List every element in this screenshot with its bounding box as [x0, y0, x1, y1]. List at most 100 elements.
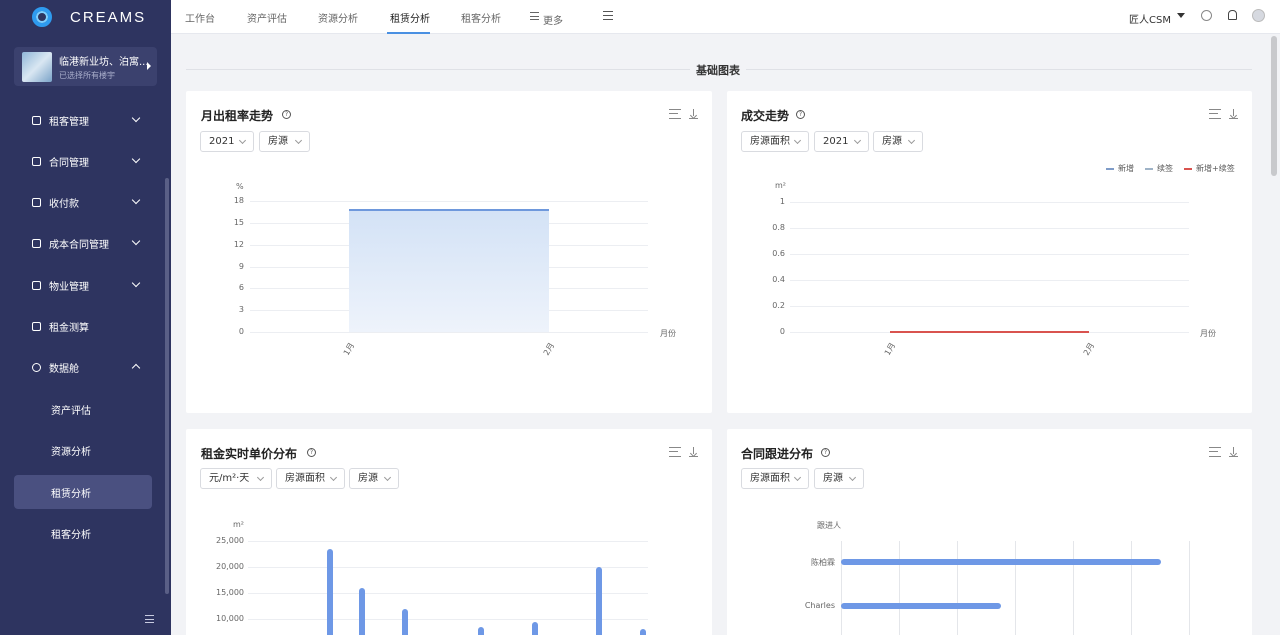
tab-lease-analysis[interactable]: 租赁分析 [390, 10, 430, 25]
grid-line [1189, 541, 1190, 635]
sidebar-subitem-tenant-analysis[interactable]: 租客分析 [14, 516, 152, 550]
house-select[interactable]: 房源 [349, 468, 399, 489]
sidebar-item-property[interactable]: 物业管理 [14, 268, 157, 302]
house-select[interactable]: 房源 [259, 131, 310, 152]
chevron-up-icon [131, 363, 141, 373]
y-axis-unit: % [236, 182, 244, 191]
house-select[interactable]: 房源 [814, 468, 864, 489]
download-icon[interactable] [689, 109, 698, 119]
user-name[interactable]: 匠人CSM [1129, 11, 1171, 26]
chevron-down-icon [853, 136, 862, 145]
legend-label: 新增 [1118, 164, 1134, 173]
chevron-down-icon [131, 278, 141, 288]
sidebar-subitem-label: 租客分析 [51, 529, 91, 541]
sidebar-item-contract[interactable]: 合同管理 [14, 144, 157, 178]
y-tick-label: 0.4 [772, 275, 785, 284]
sidebar-item-data-cabin[interactable]: 数据舱 [14, 350, 157, 384]
person-icon [32, 115, 41, 125]
page-scrollbar[interactable] [1271, 36, 1277, 176]
tab-workbench[interactable]: 工作台 [185, 10, 215, 25]
logo-icon [32, 7, 52, 27]
grid-line [790, 202, 1189, 203]
area-select[interactable]: 房源面积 [276, 468, 345, 489]
document-icon [32, 156, 41, 166]
chevron-down-icon [848, 473, 857, 482]
legend-label: 续签 [1157, 164, 1173, 173]
legend-new[interactable]: 新增 [1106, 163, 1134, 174]
select-value: 元/m²·天 [209, 473, 250, 484]
y-axis-unit: m² [775, 181, 786, 190]
grid-line [248, 541, 648, 542]
select-value: 房源 [823, 473, 843, 484]
y-tick-label: 6 [238, 283, 244, 293]
sidebar-subitem-resource-analysis[interactable]: 资源分析 [14, 433, 152, 467]
y-tick-label: 10,000 [216, 614, 244, 623]
grid-line [1073, 541, 1074, 635]
sidebar-subitem-asset-eval[interactable]: 资产评估 [14, 392, 152, 426]
help-icon[interactable]: ? [821, 448, 830, 457]
list-icon[interactable] [1209, 447, 1221, 457]
tab-resource-analysis[interactable]: 资源分析 [318, 10, 358, 25]
download-icon[interactable] [1229, 447, 1238, 457]
settings-sliders-icon[interactable] [603, 11, 613, 20]
bar [359, 587, 365, 635]
legend-renew[interactable]: 续签 [1145, 163, 1173, 174]
tab-tenant-analysis[interactable]: 租客分析 [461, 10, 501, 25]
section-title: 基础图表 [690, 62, 746, 78]
year-select[interactable]: 2021 [814, 131, 869, 152]
sidebar-scrollbar[interactable] [165, 178, 169, 594]
help-icon[interactable]: ? [282, 110, 291, 119]
grid-line [790, 280, 1189, 281]
help-icon[interactable]: ? [307, 448, 316, 457]
logo[interactable]: CREAMS [0, 0, 171, 34]
more-menu[interactable]: 更多 [543, 12, 563, 27]
chevron-down-icon [793, 473, 802, 482]
list-icon[interactable] [1209, 109, 1221, 119]
project-name: 临港新业坊、泊寓... [59, 56, 149, 68]
x-tick-label: 1月 [882, 341, 898, 357]
grid-line [899, 541, 900, 635]
card-title: 合同跟进分布 [741, 447, 814, 461]
select-value: 房源面积 [750, 136, 790, 147]
caret-down-icon[interactable] [1177, 13, 1185, 18]
area-select[interactable]: 房源面积 [741, 468, 809, 489]
area-select[interactable]: 房源面积 [741, 131, 809, 152]
collapse-menu-icon[interactable] [145, 615, 154, 623]
download-icon[interactable] [1229, 109, 1238, 119]
tab-asset-eval[interactable]: 资产评估 [247, 10, 287, 25]
sidebar-item-tenant[interactable]: 租客管理 [14, 103, 157, 137]
sidebar-item-cost-contract[interactable]: 成本合同管理 [14, 226, 157, 260]
sidebar-item-payment[interactable]: 收付款 [14, 185, 157, 219]
y-tick-label: 0 [238, 327, 244, 336]
grid-line [248, 567, 648, 568]
house-select[interactable]: 房源 [873, 131, 923, 152]
download-icon[interactable] [689, 447, 698, 457]
grid-line [957, 541, 958, 635]
list-icon[interactable] [669, 109, 681, 119]
grid-line [248, 593, 648, 594]
settings-icon[interactable] [1201, 10, 1212, 21]
grid-line [250, 332, 648, 333]
year-select[interactable]: 2021 [200, 131, 254, 152]
select-value: 房源面积 [285, 473, 325, 484]
bell-icon[interactable] [1228, 10, 1237, 20]
bar [327, 548, 333, 635]
active-tab-indicator [387, 32, 430, 34]
avatar[interactable] [1252, 9, 1265, 22]
rent-rate-card: 月出租率走势 ? 2021 房源 % 月份 18 15 12 9 6 3 0 1月 2月 [186, 91, 712, 413]
grid-line [1015, 541, 1016, 635]
unit-select[interactable]: 元/m²·天 [200, 468, 272, 489]
sidebar-subitem-lease-analysis[interactable]: 租赁分析 [14, 475, 152, 509]
legend-new-plus-renew[interactable]: 新增+续签 [1184, 163, 1235, 174]
select-value: 房源面积 [750, 473, 790, 484]
grid-line [790, 306, 1189, 307]
top-navbar: 工作台 资产评估 资源分析 租赁分析 租客分析 更多 匠人CSM [171, 0, 1280, 34]
sidebar-item-rent-calc[interactable]: 租金测算 [14, 309, 157, 343]
legend-swatch [1106, 167, 1114, 170]
list-icon[interactable] [669, 447, 681, 457]
legend-label: 新增+续签 [1196, 164, 1235, 173]
chevron-down-icon [329, 473, 338, 482]
help-icon[interactable]: ? [796, 110, 805, 119]
project-selector[interactable]: 临港新业坊、泊寓... 已选择所有楼宇 [14, 47, 157, 86]
cost-icon [32, 238, 41, 248]
